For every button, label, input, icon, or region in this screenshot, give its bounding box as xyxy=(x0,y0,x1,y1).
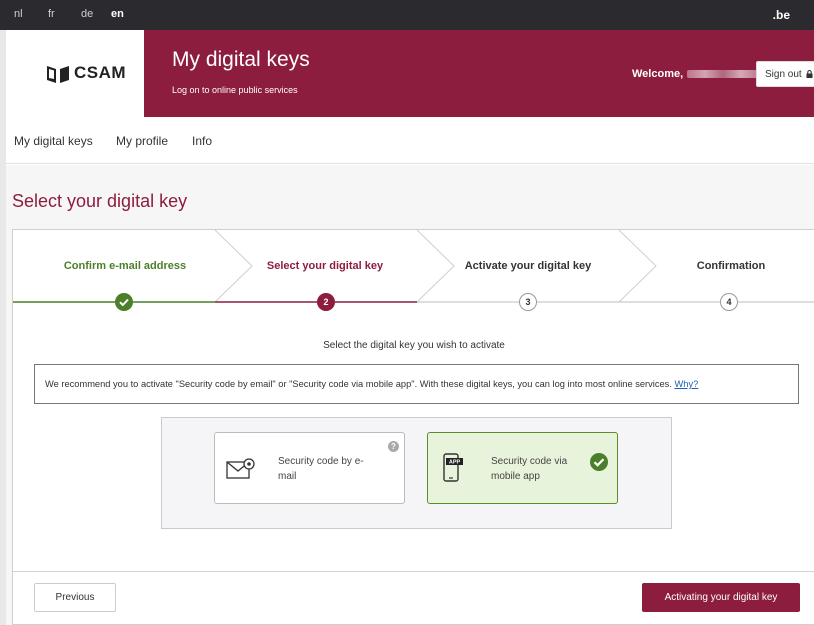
help-icon[interactable]: ? xyxy=(388,441,399,452)
app-badge-text: APP xyxy=(449,460,461,466)
site-header: CSAM My digital keys Log on to online pu… xyxy=(6,30,814,117)
why-link[interactable]: Why? xyxy=(675,379,699,389)
header-title: My digital keys xyxy=(172,48,310,71)
recommendation-box: We recommend you to activate "Security c… xyxy=(34,364,799,404)
step-1-label: Confirm e-mail address xyxy=(63,260,187,272)
belgium-domain-logo[interactable]: .be xyxy=(773,8,790,22)
phone-app-icon: APP xyxy=(443,453,463,482)
main-nav: My digital keys My profile Info xyxy=(6,117,814,164)
nav-my-profile[interactable]: My profile xyxy=(116,134,168,148)
step-2-number: 2 xyxy=(317,293,335,311)
wizard-card: Confirm e-mail address Select your digit… xyxy=(12,229,814,625)
welcome-label: Welcome, xyxy=(632,68,684,80)
language-bar: nl fr de en .be xyxy=(0,0,814,30)
lock-icon xyxy=(806,70,813,78)
option-email-code[interactable]: Security code by e-mail ? xyxy=(214,432,405,504)
step-3-number: 3 xyxy=(519,293,537,311)
welcome-text: Welcome, xyxy=(632,68,760,80)
activate-key-button[interactable]: Activating your digital key xyxy=(642,583,800,612)
option-mobile-app[interactable]: APP Security code via mobile app xyxy=(427,432,618,504)
lang-nl[interactable]: nl xyxy=(14,8,23,20)
lang-fr[interactable]: fr xyxy=(48,8,55,20)
step-1-check-icon xyxy=(115,293,133,311)
header-subtitle: Log on to online public services xyxy=(172,85,298,95)
user-name-blurred xyxy=(687,70,760,79)
key-options: Security code by e-mail ? APP Security c… xyxy=(161,417,672,529)
nav-my-digital-keys[interactable]: My digital keys xyxy=(14,134,93,148)
step-2-label: Select your digital key xyxy=(266,260,384,272)
nav-info[interactable]: Info xyxy=(192,134,212,148)
logo-text: CSAM xyxy=(74,63,127,82)
envelope-icon xyxy=(226,458,255,479)
instruction-text: Select the digital key you wish to activ… xyxy=(323,340,505,351)
footer-divider xyxy=(13,571,814,572)
lang-de[interactable]: de xyxy=(81,8,93,20)
step-4-label: Confirmation xyxy=(696,260,766,272)
page-title: Select your digital key xyxy=(12,191,188,211)
previous-button[interactable]: Previous xyxy=(34,583,116,612)
sign-out-label: Sign out xyxy=(765,69,802,80)
selected-check-icon xyxy=(590,453,608,471)
csam-logo[interactable]: CSAM xyxy=(6,30,144,117)
recommendation-text: We recommend you to activate "Security c… xyxy=(45,379,675,389)
lang-en[interactable]: en xyxy=(111,8,124,20)
option-email-label: Security code by e-mail xyxy=(278,456,364,482)
option-mobile-label: Security code via mobile app xyxy=(491,456,568,482)
header-band: My digital keys Log on to online public … xyxy=(144,30,814,117)
csam-logo-icon xyxy=(47,66,69,83)
stepper-graphic xyxy=(13,230,814,303)
sign-out-button[interactable]: Sign out xyxy=(756,61,814,87)
step-3-label: Activate your digital key xyxy=(464,260,592,272)
step-4-number: 4 xyxy=(720,293,738,311)
